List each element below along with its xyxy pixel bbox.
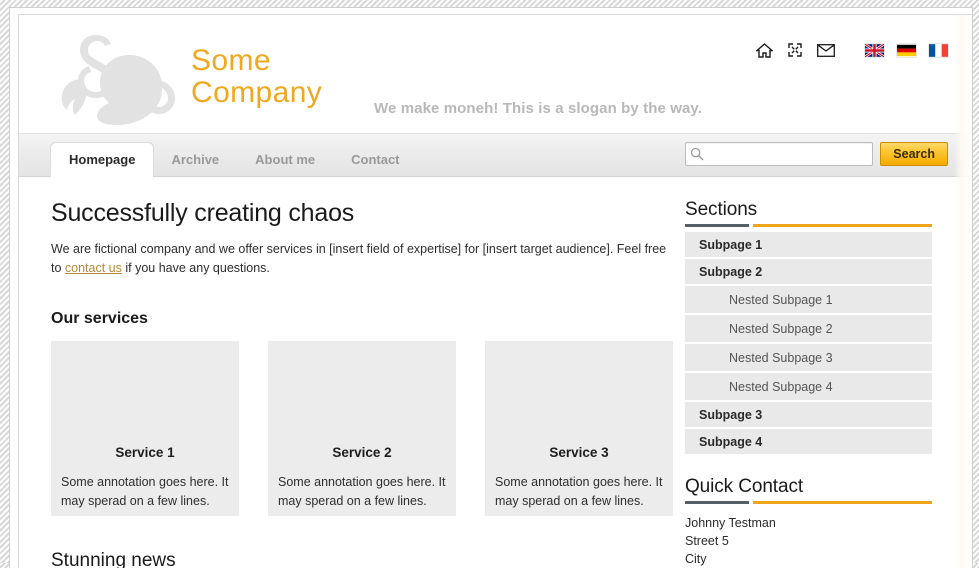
service-title: Service 3 — [549, 445, 609, 460]
intro-text-after: if you have any questions. — [121, 261, 270, 275]
sections-list: Subpage 1 Subpage 2 Nested Subpage 1 Nes… — [685, 232, 932, 456]
search-box[interactable] — [685, 142, 874, 166]
sidebar-item-subpage-3[interactable]: Subpage 3 — [685, 402, 932, 429]
sidebar-item-nested-subpage-3[interactable]: Nested Subpage 3 — [685, 344, 932, 373]
brand-name: Some Company — [191, 44, 323, 109]
service-description: Some annotation goes here. It may sperad… — [278, 475, 446, 508]
service-title: Service 2 — [332, 445, 392, 460]
flag-uk[interactable] — [865, 43, 884, 57]
content-row: Successfully creating chaos We are ficti… — [19, 177, 972, 568]
search-button[interactable]: Search — [880, 142, 948, 166]
abstract-swirl-logo — [41, 23, 191, 127]
flag-germany[interactable] — [897, 44, 916, 57]
sections-title: Sections — [685, 199, 758, 220]
services-list: Service 1 Some annotation goes here. It … — [51, 341, 679, 516]
tab-about-me[interactable]: About me — [237, 144, 333, 176]
page-title: Successfully creating chaos — [51, 199, 355, 227]
stunning-news-heading: Stunning news — [51, 550, 176, 568]
sidebar: Sections Subpage 1 Subpage 2 Nested Subp… — [679, 177, 944, 568]
service-card[interactable]: Service 2 Some annotation goes here. It … — [268, 341, 456, 516]
tab-archive[interactable]: Archive — [153, 144, 237, 176]
contact-city: City — [685, 552, 707, 566]
contact-name: Johnny Testman — [685, 516, 776, 530]
nav-tab-list: Homepage Archive About me Contact — [51, 134, 418, 177]
home-icon[interactable] — [755, 41, 773, 59]
site-slogan: We make moneh! This is a slogan by the w… — [374, 100, 703, 117]
quick-contact-rule — [685, 501, 932, 504]
contact-address: Johnny Testman Street 5 City — [685, 514, 944, 568]
sidebar-item-nested-subpage-1[interactable]: Nested Subpage 1 — [685, 286, 932, 315]
site-header: Some Company We make moneh! This is a sl… — [19, 15, 972, 133]
service-card[interactable]: Service 3 Some annotation goes here. It … — [485, 341, 673, 516]
contact-us-link[interactable]: contact us — [65, 261, 122, 275]
service-card[interactable]: Service 1 Some annotation goes here. It … — [51, 341, 239, 516]
sidebar-item-subpage-4[interactable]: Subpage 4 — [685, 429, 932, 456]
sidebar-item-nested-subpage-4[interactable]: Nested Subpage 4 — [685, 373, 932, 402]
sidebar-item-nested-subpage-2[interactable]: Nested Subpage 2 — [685, 315, 932, 344]
page-content-area: Some Company We make moneh! This is a sl… — [18, 14, 972, 568]
quick-contact-title: Quick Contact — [685, 476, 804, 497]
service-title: Service 1 — [115, 445, 175, 460]
tab-homepage[interactable]: Homepage — [51, 143, 154, 177]
sidebar-item-subpage-2[interactable]: Subpage 2 — [685, 259, 932, 286]
magnifier-icon — [690, 147, 704, 161]
sections-block: Sections Subpage 1 Subpage 2 Nested Subp… — [679, 199, 944, 456]
intro-paragraph: We are fictional company and we offer se… — [51, 240, 668, 278]
service-description: Some annotation goes here. It may sperad… — [61, 475, 229, 508]
sidebar-item-subpage-1[interactable]: Subpage 1 — [685, 232, 932, 259]
expand-icon[interactable] — [786, 41, 804, 59]
top-icon-bar — [755, 41, 948, 59]
main-column: Successfully creating chaos We are ficti… — [19, 177, 679, 568]
quick-contact-block: Quick Contact Johnny Testman Street 5 Ci… — [679, 476, 944, 568]
search-area: Search — [685, 142, 948, 166]
our-services-heading: Our services — [51, 310, 148, 327]
browser-page-frame: Some Company We make moneh! This is a sl… — [10, 8, 972, 568]
tab-contact[interactable]: Contact — [333, 144, 417, 176]
flag-france[interactable] — [929, 43, 948, 57]
mail-icon[interactable] — [817, 41, 835, 59]
search-input[interactable] — [708, 146, 869, 162]
contact-street: Street 5 — [685, 534, 729, 548]
service-description: Some annotation goes here. It may sperad… — [495, 475, 663, 508]
main-navigation: Homepage Archive About me Contact Search — [19, 133, 972, 177]
sections-rule — [685, 224, 932, 227]
